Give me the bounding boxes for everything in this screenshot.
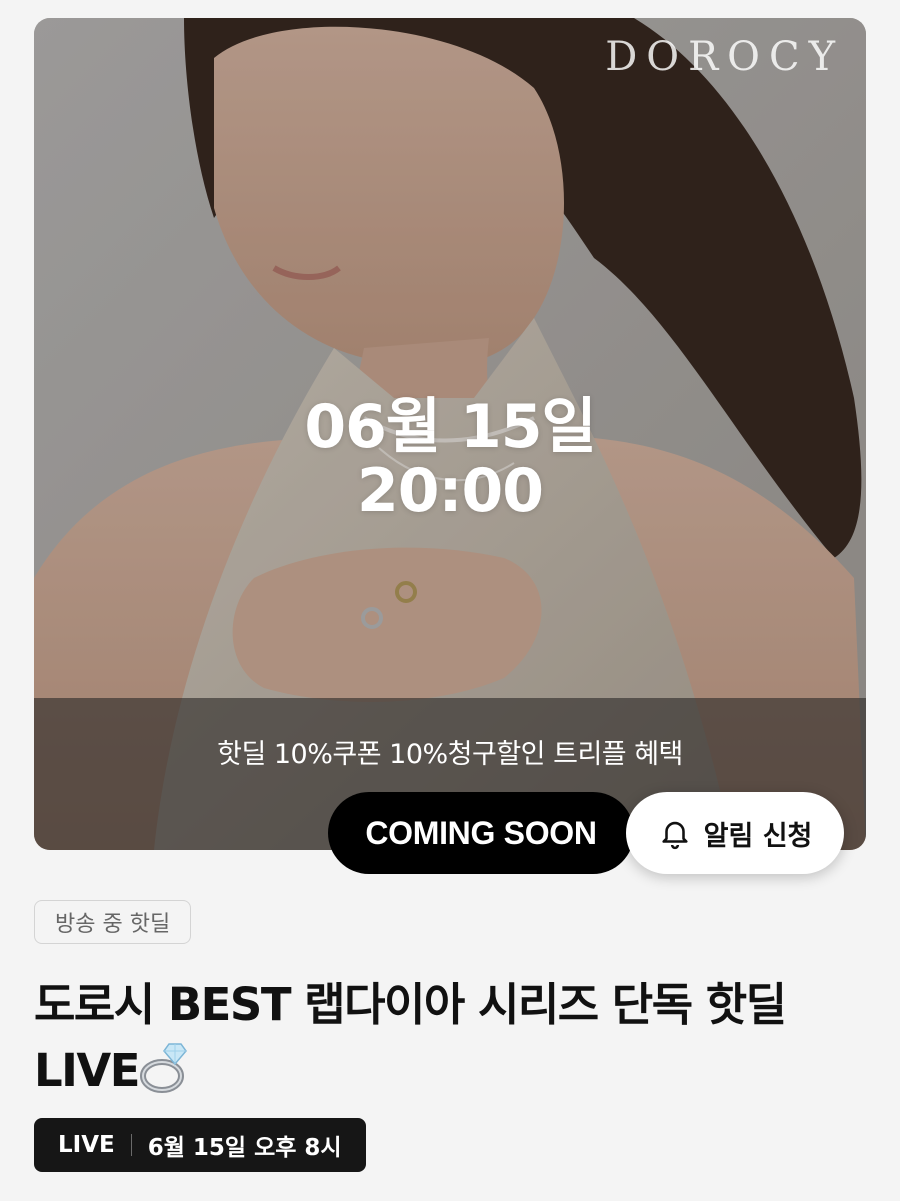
live-broadcast-page: DOROCY 06월 15일 20:00 핫딜 10%쿠폰 10%청구할인 트리… <box>0 0 900 1201</box>
live-label: LIVE <box>58 1132 115 1158</box>
hero-banner[interactable]: DOROCY 06월 15일 20:00 핫딜 10%쿠폰 10%청구할인 트리… <box>34 18 866 850</box>
benefit-text: 핫딜 10%쿠폰 10%청구할인 트리플 혜택 <box>217 739 683 770</box>
schedule-datetime: 6월 15일 오후 8시 <box>147 1135 342 1161</box>
alarm-subscribe-button[interactable]: 알림 신청 <box>626 792 844 874</box>
divider <box>130 1134 132 1156</box>
bell-icon <box>662 821 688 850</box>
broadcast-time: 20:00 <box>357 456 544 526</box>
alarm-button-label: 알림 신청 <box>703 820 813 852</box>
ring-icon <box>139 1043 187 1093</box>
broadcast-title: 도로시 BEST 랩다이아 시리즈 단독 핫딜 LIVE <box>34 972 854 1104</box>
schedule-badge: LIVE 6월 15일 오후 8시 <box>34 1118 366 1172</box>
broadcast-date: 06월 15일 <box>304 392 596 462</box>
coming-soon-button[interactable]: COMING SOON <box>328 792 634 874</box>
hotdeal-tag: 방송 중 핫딜 <box>34 900 192 944</box>
brand-logo: DOROCY <box>605 34 844 80</box>
